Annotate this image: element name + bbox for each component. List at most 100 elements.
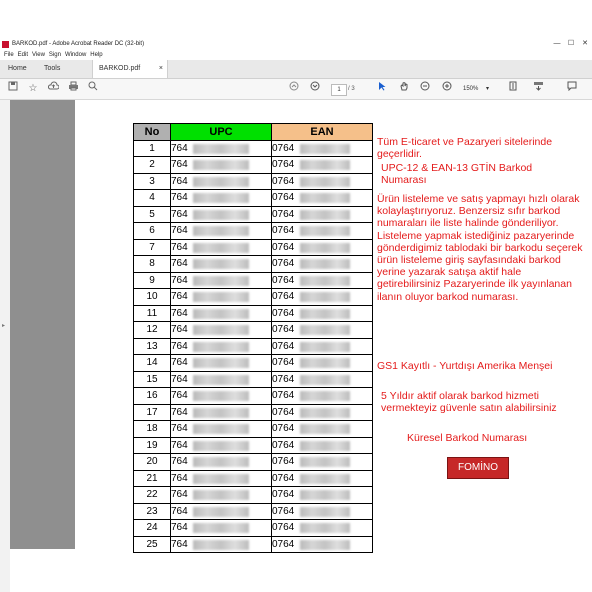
menu-bar: File Edit View Sign Window Help [0,50,592,60]
print-icon[interactable] [66,79,80,99]
redacted-digits [193,176,249,187]
header-ean: EAN [271,123,373,141]
table-row: 12 764 0764 [133,321,373,339]
redacted-digits [300,242,350,253]
ean-prefix: 0764 [272,159,295,171]
fomino-button[interactable]: FOMİNO [447,457,509,479]
ean-prefix: 0764 [272,142,295,154]
row-number: 3 [133,172,171,190]
upc-prefix: 764 [171,274,188,286]
redacted-digits [300,275,350,286]
row-number: 18 [133,420,171,438]
tab-home[interactable]: Home [2,60,33,78]
page-number-input[interactable]: 1 [331,84,347,96]
upc-prefix: 764 [171,390,188,402]
ean-prefix: 0764 [272,472,295,484]
redacted-digits [300,506,350,517]
tab-document[interactable]: BARKOD.pdf × [92,60,168,78]
table-row: 25 764 0764 [133,535,373,553]
minimize-button[interactable]: — [550,38,564,50]
menu-help[interactable]: Help [90,52,102,58]
menu-window[interactable]: Window [65,52,86,58]
zoom-in-icon[interactable] [440,79,454,99]
chevron-down-icon: ▾ [486,86,490,92]
tab-close-icon[interactable]: × [159,60,163,78]
ean-cell: 0764 [271,205,373,223]
redacted-digits [300,308,350,319]
ean-prefix: 0764 [272,340,295,352]
page-total: / 3 [348,86,355,92]
menu-edit[interactable]: Edit [18,52,28,58]
table-row: 9 764 0764 [133,271,373,289]
ean-prefix: 0764 [272,505,295,517]
upc-cell: 764 [170,255,272,273]
upc-prefix: 764 [171,423,188,435]
page-background-area [10,100,75,549]
redacted-digits [193,407,249,418]
table-header-row: No UPC EAN [133,123,373,141]
text-five-years-service: 5 Yıldır aktif olarak barkod hizmeti ver… [381,390,557,415]
upc-prefix: 764 [171,456,188,468]
redacted-digits [193,457,249,467]
upc-prefix: 764 [171,241,188,253]
row-number: 13 [133,337,171,355]
row-number: 4 [133,189,171,207]
upc-prefix: 764 [171,340,188,352]
row-number: 9 [133,271,171,289]
ean-cell: 0764 [271,238,373,256]
ean-prefix: 0764 [272,258,295,270]
zoom-level-select[interactable]: 150% ▾ [463,84,493,94]
select-cursor-icon[interactable] [375,79,389,99]
ean-cell: 0764 [271,420,373,438]
row-number: 8 [133,255,171,273]
zoom-out-icon[interactable] [418,79,432,99]
title-bar: BARKOD.pdf - Adobe Acrobat Reader DC (32… [0,38,592,50]
page-down-icon[interactable] [308,79,322,99]
search-icon[interactable] [86,79,100,99]
upc-cell: 764 [170,403,272,421]
save-icon[interactable] [6,79,20,99]
redacted-digits [193,424,249,434]
table-row: 1 764 0764 [133,139,373,157]
upload-cloud-icon[interactable] [46,79,60,99]
menu-file[interactable]: File [4,52,14,58]
table-row: 8 764 0764 [133,255,373,273]
table-row: 18 764 0764 [133,420,373,438]
text-listing-description: Ürün listeleme ve satış yapmayı hızlı ol… [377,193,583,303]
ean-cell: 0764 [271,502,373,520]
redacted-digits [193,259,249,269]
upc-prefix: 764 [171,373,188,385]
upc-prefix: 764 [171,489,188,501]
upc-cell: 764 [170,304,272,322]
redacted-digits [193,490,249,500]
comment-icon[interactable] [565,79,579,99]
tab-tools[interactable]: Tools [38,60,66,78]
table-row: 5 764 0764 [133,205,373,223]
star-icon[interactable]: ☆ [26,79,40,99]
redacted-digits [193,275,249,286]
upc-cell: 764 [170,354,272,372]
redacted-digits [300,176,350,187]
row-number: 12 [133,321,171,339]
ean-cell: 0764 [271,370,373,388]
hand-tool-icon[interactable] [397,79,411,99]
redacted-digits [300,160,350,170]
close-window-button[interactable]: ✕ [578,38,592,50]
upc-cell: 764 [170,271,272,289]
ean-cell: 0764 [271,535,373,553]
ean-prefix: 0764 [272,357,295,369]
upc-prefix: 764 [171,324,188,336]
menu-sign[interactable]: Sign [49,52,61,58]
upc-prefix: 764 [171,522,188,534]
ean-cell: 0764 [271,387,373,405]
redacted-digits [193,160,249,170]
ean-cell: 0764 [271,321,373,339]
upc-prefix: 764 [171,472,188,484]
ean-prefix: 0764 [272,456,295,468]
page-up-icon[interactable] [287,79,301,99]
redacted-digits [193,523,249,533]
maximize-button[interactable]: ☐ [564,38,578,50]
page-fit-icon[interactable] [505,79,521,99]
menu-view[interactable]: View [32,52,45,58]
scroll-mode-icon[interactable] [530,79,546,99]
